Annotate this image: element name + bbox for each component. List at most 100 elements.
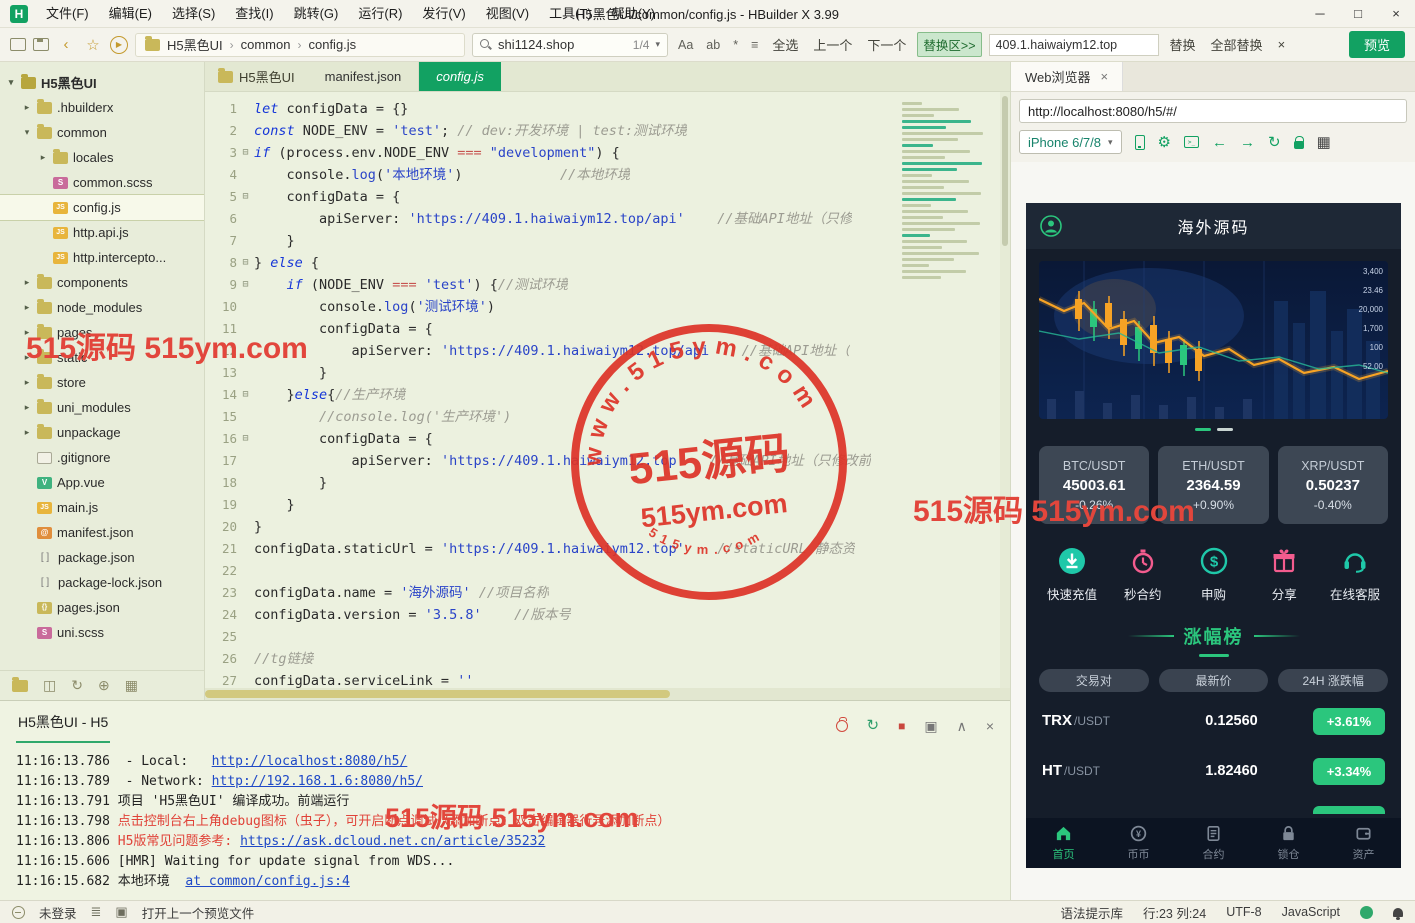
console-link[interactable]: https://ask.dcloud.net.cn/article/35232 <box>240 834 545 849</box>
code-line-26[interactable]: 26 //tg链接 <box>205 648 1010 670</box>
menu-item-6[interactable]: 发行(V) <box>412 0 475 28</box>
tree-item-store[interactable]: ▸ store <box>0 370 204 395</box>
cursor-position[interactable]: 行:23 列:24 <box>1143 903 1206 922</box>
menu-item-1[interactable]: 编辑(E) <box>99 0 162 28</box>
tree-item-unpackage[interactable]: ▸ unpackage <box>0 420 204 445</box>
account-icon[interactable] <box>12 905 25 919</box>
tree-item-pages.json[interactable]: pages.json <box>0 595 204 620</box>
preview-file-icon[interactable]: ▣ <box>115 904 127 920</box>
tree-item-main.js[interactable]: main.js <box>0 495 204 520</box>
code-line-11[interactable]: 11 configData = { <box>205 318 1010 340</box>
tree-item-manifest.json[interactable]: manifest.json <box>0 520 204 545</box>
refresh-icon[interactable]: ↻ <box>867 718 880 733</box>
code-line-8[interactable]: 8 ⊟} else { <box>205 252 1010 274</box>
chevron-right-icon[interactable]: ▸ <box>22 277 32 288</box>
chevron-right-icon[interactable]: ▸ <box>22 302 32 313</box>
code-line-7[interactable]: 7 } <box>205 230 1010 252</box>
chevron-right-icon[interactable]: ▸ <box>38 152 48 163</box>
feature-second-contract[interactable]: 秒合约 <box>1115 546 1171 603</box>
editor-tab-manifest.json[interactable]: manifest.json <box>308 62 420 91</box>
screenshot-icon[interactable]: ▣ <box>924 719 937 733</box>
code-line-12[interactable]: 12 apiServer: 'https://409.1.haiwaiym12.… <box>205 340 1010 362</box>
update-indicator-icon[interactable] <box>1360 905 1373 919</box>
preview-button[interactable]: 预览 <box>1348 31 1405 58</box>
fold-icon[interactable]: ⊟ <box>237 428 254 450</box>
chevron-down-icon[interactable]: ▾ <box>655 39 660 50</box>
code-line-17[interactable]: 17 apiServer: 'https://409.1.haiwaiym12.… <box>205 450 1010 472</box>
chevron-right-icon[interactable]: ▸ <box>22 402 32 413</box>
menu-item-4[interactable]: 跳转(G) <box>284 0 349 28</box>
carousel-dot[interactable] <box>1216 428 1233 431</box>
fold-icon[interactable]: ⊟ <box>237 142 254 164</box>
language-mode[interactable]: JavaScript <box>1282 905 1340 919</box>
column-price[interactable]: 最新价 <box>1158 669 1269 692</box>
collapse-icon[interactable]: ◫ <box>43 677 56 694</box>
replace-button[interactable]: 替换 <box>1166 33 1200 56</box>
tree-item-components[interactable]: ▸ components <box>0 270 204 295</box>
tree-item-uni.scss[interactable]: uni.scss <box>0 620 204 645</box>
feature-subscribe[interactable]: $ 申购 <box>1186 546 1242 603</box>
match-case-icon[interactable]: Aa <box>675 37 696 53</box>
stop-icon[interactable]: ■ <box>898 720 905 732</box>
tree-item-common[interactable]: ▾ common <box>0 120 204 145</box>
code-line-14[interactable]: 14 ⊟ }else{//生产环境 <box>205 384 1010 406</box>
console-link[interactable]: http://192.168.1.6:8080/h5/ <box>212 774 423 789</box>
menu-item-7[interactable]: 视图(V) <box>476 0 539 28</box>
menu-item-0[interactable]: 文件(F) <box>36 0 99 28</box>
refresh-icon[interactable]: ↻ <box>1268 135 1281 150</box>
maximize-button[interactable]: □ <box>1339 0 1377 28</box>
select-all-button[interactable]: 全选 <box>768 33 802 56</box>
fold-icon[interactable]: ⊟ <box>237 274 254 296</box>
chevron-down-icon[interactable]: ▾ <box>6 77 16 88</box>
console-link[interactable]: at common/config.js:4 <box>185 874 349 889</box>
tree-item-.hbuilderx[interactable]: ▸ .hbuilderx <box>0 95 204 120</box>
code-line-15[interactable]: 15 //console.log('生产环境') <box>205 406 1010 428</box>
column-pair[interactable]: 交易对 <box>1039 669 1149 692</box>
code-line-24[interactable]: 24 configData.version = '3.5.8' //版本号 <box>205 604 1010 626</box>
back-arrow-icon[interactable]: ← <box>1212 135 1227 150</box>
scrollbar-handle[interactable] <box>205 690 670 698</box>
save-icon[interactable] <box>33 38 49 51</box>
forward-arrow-icon[interactable]: → <box>1240 135 1255 150</box>
chevron-right-icon[interactable]: ▸ <box>22 327 32 338</box>
console-link[interactable]: http://localhost:8080/h5/ <box>212 754 408 769</box>
minimize-button[interactable]: ─ <box>1301 0 1339 28</box>
refresh-icon[interactable]: ↻ <box>71 677 83 694</box>
code-line-19[interactable]: 19 } <box>205 494 1010 516</box>
tree-item-uni_modules[interactable]: ▸ uni_modules <box>0 395 204 420</box>
fold-icon[interactable]: ⊟ <box>237 186 254 208</box>
code-line-5[interactable]: 5 ⊟ configData = { <box>205 186 1010 208</box>
nav-assets[interactable]: 资产 <box>1326 818 1401 868</box>
code-line-9[interactable]: 9 ⊟ if (NODE_ENV === 'test') {//测试环境 <box>205 274 1010 296</box>
whole-word-icon[interactable]: ab <box>703 37 723 53</box>
code-line-21[interactable]: 21 configData.staticUrl = 'https://409.1.… <box>205 538 1010 560</box>
tree-item-pages[interactable]: ▸ pages <box>0 320 204 345</box>
new-file-icon[interactable] <box>10 38 26 51</box>
chevron-right-icon[interactable]: ▸ <box>22 377 32 388</box>
chevron-right-icon[interactable]: ▸ <box>22 102 32 113</box>
tree-item-http.api.js[interactable]: http.api.js <box>0 220 204 245</box>
login-status[interactable]: 未登录 <box>39 903 77 922</box>
console-tab[interactable]: H5黑色UI - H5 <box>16 712 111 743</box>
star-icon[interactable]: ☆ <box>83 36 103 54</box>
code-line-1[interactable]: 1 let configData = {} <box>205 98 1010 120</box>
chevron-right-icon[interactable]: ▸ <box>22 352 32 363</box>
tree-item-static[interactable]: ▸ static <box>0 345 204 370</box>
code-line-10[interactable]: 10 console.log('测试环境') <box>205 296 1010 318</box>
replace-zone-button[interactable]: 替换区>> <box>917 32 982 57</box>
nav-contract[interactable]: 合约 <box>1176 818 1251 868</box>
tree-item-http.intercepto...[interactable]: http.intercepto... <box>0 245 204 270</box>
market-card-ETH/USDT[interactable]: ETH/USDT 2364.59 +0.90% <box>1158 446 1269 524</box>
tree-item-H5黑色UI[interactable]: ▾ H5黑色UI <box>0 70 204 95</box>
grid-icon[interactable]: ▦ <box>125 677 138 694</box>
chevron-down-icon[interactable]: ▾ <box>22 127 32 138</box>
qr-code-icon[interactable]: ▦ <box>1317 135 1331 150</box>
back-icon[interactable]: ‹ <box>56 36 76 53</box>
menu-item-5[interactable]: 运行(R) <box>348 0 412 28</box>
editor-horizontal-scrollbar[interactable] <box>205 688 1010 700</box>
breadcrumb-folder[interactable]: common <box>241 37 291 52</box>
syntax-library[interactable]: 语法提示库 <box>1060 903 1123 922</box>
editor-tab-config.js[interactable]: config.js <box>419 62 501 91</box>
nav-coin[interactable]: ¥ 币币 <box>1101 818 1176 868</box>
search-input[interactable]: shi1124.shop 1/4 ▾ <box>472 32 668 57</box>
